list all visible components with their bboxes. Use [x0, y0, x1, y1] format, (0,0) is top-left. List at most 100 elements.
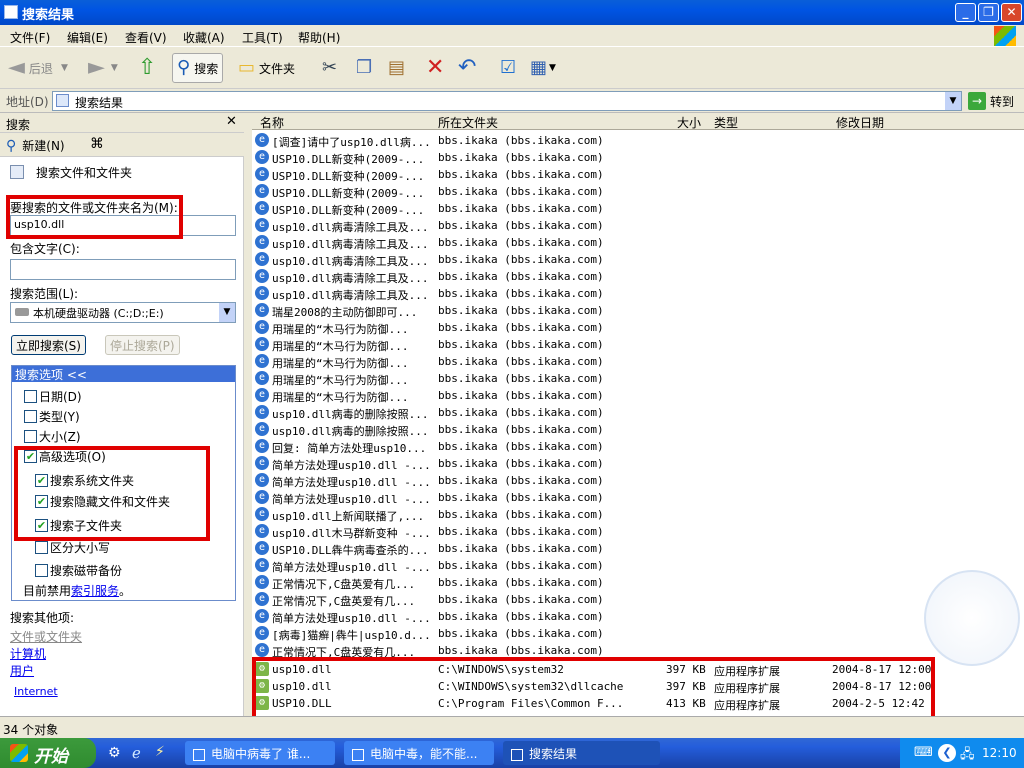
search-companion-icon[interactable]: ⌘ [90, 136, 104, 152]
internet-link[interactable]: Internet [14, 685, 58, 698]
minimize-button[interactable]: _ [955, 3, 976, 22]
result-row[interactable]: e 用瑞星的“木马行为防御... bbs.ikaka (bbs.ikaka.com) [252, 336, 1024, 353]
close-pane-icon[interactable]: ✕ [226, 114, 237, 129]
ie-page-icon: e [255, 150, 269, 164]
result-row[interactable]: e usp10.dll上新闻联播了,... bbs.ikaka (bbs.ikaka… [252, 506, 1024, 523]
taskbar-item-3[interactable]: 搜索结果 [503, 741, 660, 765]
result-row[interactable]: e [病毒]猫癣|犇牛|usp10.d... bbs.ikaka (bbs.ikak… [252, 625, 1024, 642]
column-name[interactable]: 名称 [260, 114, 284, 131]
size-checkbox[interactable] [24, 430, 37, 443]
menu-view[interactable]: 查看(V) [125, 29, 167, 46]
index-service-link[interactable]: 索引服务 [71, 584, 119, 598]
computers-link[interactable]: 计算机 [10, 645, 46, 662]
forward-button[interactable]: ► ▼ [88, 53, 118, 83]
new-search-button[interactable]: ⚲ 新建(N) [6, 137, 65, 154]
column-folder[interactable]: 所在文件夹 [438, 114, 498, 131]
result-row[interactable]: e usp10.dll病毒清除工具及... bbs.ikaka (bbs.ikaka… [252, 217, 1024, 234]
keyboard-icon[interactable]: ⌨ [914, 745, 933, 760]
menu-edit[interactable]: 编辑(E) [67, 29, 108, 46]
result-row[interactable]: e USP10.DLL新变种(2009-... bbs.ikaka (bbs.ika… [252, 183, 1024, 200]
taskbar-item-2[interactable]: 电脑中毒，能不能... [344, 741, 494, 765]
ie-page-icon: e [255, 388, 269, 402]
network-icon[interactable]: 🖧 [960, 745, 975, 767]
ie-page-icon: e [255, 337, 269, 351]
contains-text-input[interactable] [10, 259, 236, 280]
paste-button[interactable]: ▤ [388, 53, 405, 83]
files-folders-link[interactable]: 文件或文件夹 [10, 628, 82, 645]
result-row[interactable]: e [调查]请中了usp10.dll病... bbs.ikaka (bbs.ikak… [252, 132, 1024, 149]
maximize-button[interactable]: ❐ [978, 3, 999, 22]
result-row[interactable]: e usp10.dll病毒清除工具及... bbs.ikaka (bbs.ikaka… [252, 251, 1024, 268]
search-file-icon [10, 165, 24, 179]
result-row[interactable]: e usp10.dll病毒清除工具及... bbs.ikaka (bbs.ikaka… [252, 268, 1024, 285]
result-row[interactable]: e 简单方法处理usp10.dll -... bbs.ikaka (bbs.ikak… [252, 472, 1024, 489]
up-folder-button[interactable]: ⇧ [138, 53, 156, 83]
quicklaunch-arrow-icon[interactable]: ⚡ [155, 744, 165, 760]
search-options-header[interactable]: 搜索选项 << [12, 366, 235, 382]
taskbar-item-1[interactable]: 电脑中病毒了 谁... [185, 741, 335, 765]
result-row[interactable]: e usp10.dll病毒清除工具及... bbs.ikaka (bbs.ikaka… [252, 285, 1024, 302]
result-row[interactable]: e USP10.DLL新变种(2009-... bbs.ikaka (bbs.ika… [252, 200, 1024, 217]
back-button[interactable]: ◄ 后退 ▼ [8, 53, 68, 83]
result-row[interactable]: e 正常情况下,C盘英爱有几... bbs.ikaka (bbs.ikaka.com… [252, 574, 1024, 591]
delete-button[interactable]: ✕ [426, 53, 444, 83]
type-checkbox[interactable] [24, 410, 37, 423]
menu-help[interactable]: 帮助(H) [298, 29, 340, 46]
toolbar: ◄ 后退 ▼ ► ▼ ⇧ ⚲ 搜索 ▭ 文件夹 ✂ ❐ ▤ ✕ ↶ ☑ ▦ ▼ [0, 47, 1024, 89]
result-row[interactable]: e 正常情况下,C盘英爱有几... bbs.ikaka (bbs.ikaka.com… [252, 591, 1024, 608]
date-checkbox[interactable] [24, 390, 37, 403]
result-row[interactable]: e 简单方法处理usp10.dll -... bbs.ikaka (bbs.ikak… [252, 608, 1024, 625]
result-row[interactable]: e USP10.DLL新变种(2009-... bbs.ikaka (bbs.ika… [252, 149, 1024, 166]
close-button[interactable]: ✕ [1001, 3, 1022, 22]
result-row[interactable]: e usp10.dll病毒的删除按照... bbs.ikaka (bbs.ikaka… [252, 421, 1024, 438]
column-size[interactable]: 大小 [677, 114, 701, 131]
properties-button[interactable]: ☑ [500, 53, 516, 83]
result-row[interactable]: e 回复: 简单方法处理usp10... bbs.ikaka (bbs.ikaka.… [252, 438, 1024, 455]
go-arrow-icon: → [968, 92, 986, 110]
quicklaunch-app-icon[interactable]: ⚙ [108, 745, 121, 761]
undo-button[interactable]: ↶ [458, 53, 476, 83]
result-row[interactable]: e usp10.dll木马群新变种 -... bbs.ikaka (bbs.ikak… [252, 523, 1024, 540]
result-row[interactable]: e usp10.dll病毒的删除按照... bbs.ikaka (bbs.ikaka… [252, 404, 1024, 421]
result-row[interactable]: e USP10.DLL新变种(2009-... bbs.ikaka (bbs.ika… [252, 166, 1024, 183]
search-button[interactable]: ⚲ 搜索 [172, 53, 224, 83]
result-row[interactable]: e 简单方法处理usp10.dll -... bbs.ikaka (bbs.ikak… [252, 489, 1024, 506]
ie-page-icon: e [255, 456, 269, 470]
column-type[interactable]: 类型 [714, 114, 738, 131]
result-row[interactable]: e 瑞星2008的主动防御即可... bbs.ikaka (bbs.ikaka.co… [252, 302, 1024, 319]
contains-label: 包含文字(C): [10, 242, 80, 256]
search-now-button[interactable]: 立即搜索(S) [11, 335, 86, 355]
result-row[interactable]: e 用瑞星的“木马行为防御... bbs.ikaka (bbs.ikaka.com) [252, 387, 1024, 404]
address-input[interactable]: 搜索结果 ▼ [52, 91, 962, 111]
result-row[interactable]: e 用瑞星的“木马行为防御... bbs.ikaka (bbs.ikaka.com) [252, 319, 1024, 336]
chevron-down-icon[interactable]: ▼ [219, 303, 235, 322]
result-row[interactable]: e 用瑞星的“木马行为防御... bbs.ikaka (bbs.ikaka.com) [252, 353, 1024, 370]
start-button[interactable]: 开始 [0, 738, 96, 768]
lookin-select[interactable]: 本机硬盘驱动器 (C:;D:;E:) ▼ [10, 302, 236, 323]
menu-favorites[interactable]: 收藏(A) [183, 29, 225, 46]
ie-page-icon: e [255, 439, 269, 453]
ie-page-icon: e [255, 354, 269, 368]
case-sensitive-checkbox[interactable] [35, 541, 48, 554]
result-row[interactable]: e USP10.DLL犇牛病毒查杀的... bbs.ikaka (bbs.ikaka… [252, 540, 1024, 557]
tray-expand-icon[interactable]: ❮ [938, 744, 956, 762]
column-modified[interactable]: 修改日期 [836, 114, 884, 131]
ie-page-icon: e [255, 201, 269, 215]
ie-icon[interactable]: ℯ [132, 744, 141, 762]
users-link[interactable]: 用户 [10, 662, 34, 679]
address-bar: 地址(D) 搜索结果 ▼ → 转到 [0, 89, 1024, 113]
cut-button[interactable]: ✂ [322, 53, 337, 83]
folders-button[interactable]: ▭ 文件夹 [238, 53, 295, 83]
go-button[interactable]: → 转到 [968, 91, 1014, 111]
result-row[interactable]: e 简单方法处理usp10.dll -... bbs.ikaka (bbs.ikak… [252, 557, 1024, 574]
result-row[interactable]: e 用瑞星的“木马行为防御... bbs.ikaka (bbs.ikaka.com) [252, 370, 1024, 387]
copy-button[interactable]: ❐ [356, 53, 372, 83]
menu-file[interactable]: 文件(F) [10, 29, 50, 46]
menu-tools[interactable]: 工具(T) [242, 29, 283, 46]
stop-search-button[interactable]: 停止搜索(P) [105, 335, 180, 355]
result-row[interactable]: e 简单方法处理usp10.dll -... bbs.ikaka (bbs.ikak… [252, 455, 1024, 472]
result-row[interactable]: e usp10.dll病毒清除工具及... bbs.ikaka (bbs.ikaka… [252, 234, 1024, 251]
address-dropdown-button[interactable]: ▼ [945, 92, 961, 110]
tape-backup-checkbox[interactable] [35, 564, 48, 577]
views-button[interactable]: ▦ ▼ [530, 53, 556, 83]
